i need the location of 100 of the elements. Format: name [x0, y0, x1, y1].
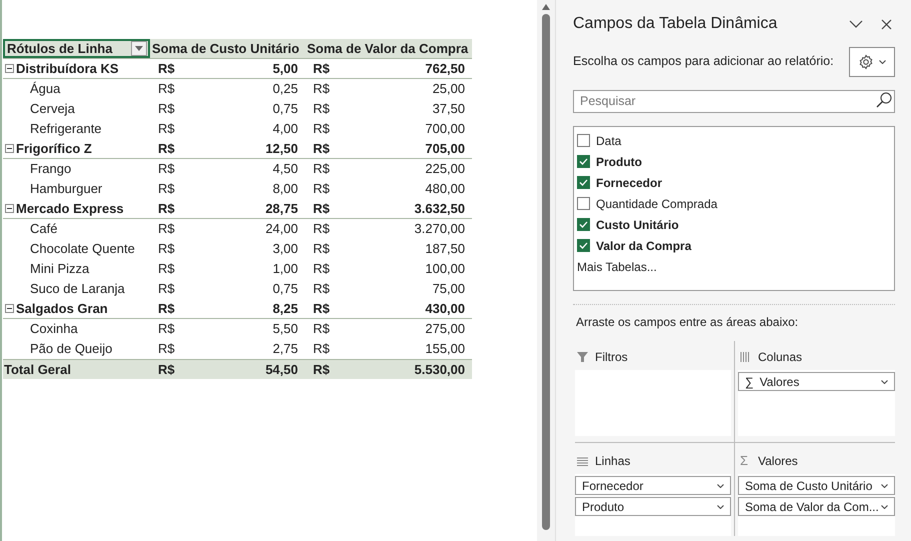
row-label[interactable]: Mercado Express	[16, 198, 124, 218]
table-cell-text: R$	[313, 280, 330, 298]
table-cell-text: R$	[158, 180, 175, 198]
checkbox[interactable]	[577, 197, 590, 210]
gear-icon[interactable]	[858, 54, 874, 70]
row-label: Total Geral	[4, 360, 71, 379]
filter-dropdown-button[interactable]	[131, 41, 147, 56]
table-cell-text: R$	[313, 180, 330, 198]
checkbox[interactable]	[577, 134, 590, 147]
field-label[interactable]: Valor da Compra	[596, 236, 692, 254]
table-cell-text: R$	[158, 240, 175, 258]
sigma-icon: Σ	[740, 451, 752, 471]
table-cell-text: R$	[313, 240, 330, 258]
table-cell-text: R$	[313, 260, 330, 278]
row-label: Refrigerante	[30, 120, 102, 138]
search-icon[interactable]	[876, 92, 892, 108]
funnel-icon	[577, 352, 589, 362]
row-label: Café	[30, 220, 58, 238]
table-cell-text: 25,00	[432, 80, 465, 98]
table-cell-text: 2,75	[272, 340, 298, 358]
table-cell-text: R$	[158, 60, 175, 78]
table-cell-text: R$	[158, 280, 175, 298]
table-cell-text: 1,00	[272, 260, 298, 278]
column-header: Rótulos de Linha	[7, 40, 112, 58]
checkbox[interactable]	[577, 218, 590, 231]
scrollbar-thumb[interactable]	[542, 14, 550, 530]
caret-icon[interactable]	[881, 484, 888, 488]
table-cell-text: R$	[313, 340, 330, 358]
table-cell-text: R$	[313, 320, 330, 338]
table-cell-text: R$	[158, 260, 175, 278]
table-cell-text: 3,00	[272, 240, 298, 258]
area-field-chip[interactable]: Fornecedor	[575, 476, 731, 495]
row-label: Frango	[30, 160, 72, 178]
table-cell-text: 4,00	[272, 120, 298, 138]
field-label[interactable]: Produto	[596, 152, 642, 170]
more-tables-link[interactable]: Mais Tabelas...	[577, 258, 657, 276]
area-field-chip[interactable]: Soma de Valor da Com...	[738, 497, 895, 516]
row-label: Coxinha	[30, 320, 78, 338]
table-cell-text: 5,50	[272, 320, 298, 338]
chevron-down-icon[interactable]	[849, 20, 863, 28]
row-label: Pão de Queijo	[30, 340, 112, 358]
table-cell-text: 275,00	[425, 320, 465, 338]
row-label: Mini Pizza	[30, 260, 90, 278]
table-cell-text: 155,00	[425, 340, 465, 358]
table-cell-text: 28,75	[265, 200, 298, 218]
caret-icon[interactable]	[881, 380, 888, 384]
collapse-icon[interactable]	[5, 64, 14, 73]
table-cell-text: 8,25	[272, 300, 298, 318]
caret-icon[interactable]	[717, 504, 724, 508]
table-cell-text: 762,50	[425, 60, 465, 78]
area-field-chip[interactable]: Produto	[575, 497, 731, 516]
collapse-icon[interactable]	[5, 304, 14, 313]
caret-icon[interactable]	[135, 46, 143, 51]
drag-hint-text: Arraste os campos entre as áreas abaixo:	[575, 314, 798, 331]
row-label[interactable]: Distribuídora KS	[16, 58, 119, 78]
area-label: Filtros	[595, 349, 628, 366]
columns-icon	[740, 352, 752, 362]
table-cell-text: 0,75	[272, 100, 298, 118]
field-label[interactable]: Custo Unitário	[596, 216, 679, 234]
table-cell-text: 100,00	[425, 260, 465, 278]
close-icon[interactable]	[881, 18, 892, 30]
field-label[interactable]: Data	[596, 132, 622, 150]
collapse-icon[interactable]	[5, 144, 14, 153]
table-cell-text: R$	[313, 60, 330, 78]
area-field-chip[interactable]: ∑ Valores	[738, 372, 895, 391]
table-cell-text: R$	[158, 320, 175, 338]
row-label[interactable]: Salgados Gran	[16, 298, 108, 318]
table-cell-text: 8,00	[272, 180, 298, 198]
table-cell-text: 5.530,00	[414, 360, 465, 379]
checkbox[interactable]	[577, 176, 590, 189]
table-cell-text: R$	[313, 100, 330, 118]
area-label: Linhas	[595, 453, 630, 470]
table-cell-text: 54,50	[265, 360, 298, 379]
table-cell-text: 4,50	[272, 160, 298, 178]
checkbox[interactable]	[577, 155, 590, 168]
area-label: Valores	[758, 453, 798, 470]
checkbox[interactable]	[577, 239, 590, 252]
row-label[interactable]: Frigorífico Z	[16, 138, 92, 158]
caret-icon[interactable]	[717, 484, 724, 488]
table-cell-text: R$	[313, 140, 330, 158]
table-cell-text: R$	[158, 220, 175, 238]
table-cell-text: R$	[313, 220, 330, 238]
caret-icon[interactable]	[881, 504, 888, 508]
table-cell-text: 37,50	[432, 100, 465, 118]
table-cell-text: 12,50	[265, 140, 298, 158]
rows-icon	[577, 456, 589, 466]
search-field[interactable]: Pesquisar	[573, 90, 895, 112]
table-cell-text: R$	[313, 160, 330, 178]
table-cell-text: R$	[313, 120, 330, 138]
scroll-up-icon[interactable]	[542, 4, 550, 10]
table-cell-text: R$	[158, 340, 175, 358]
caret-icon[interactable]	[879, 60, 886, 64]
field-label[interactable]: Fornecedor	[596, 174, 662, 192]
settings-button[interactable]	[849, 46, 895, 76]
area-field-chip[interactable]: Soma de Custo Unitário	[738, 476, 895, 495]
table-cell-text: 0,75	[272, 280, 298, 298]
field-label[interactable]: Quantidade Comprada	[596, 194, 718, 212]
row-label: Suco de Laranja	[30, 280, 125, 298]
table-cell-text: R$	[313, 200, 330, 218]
collapse-icon[interactable]	[5, 204, 14, 213]
